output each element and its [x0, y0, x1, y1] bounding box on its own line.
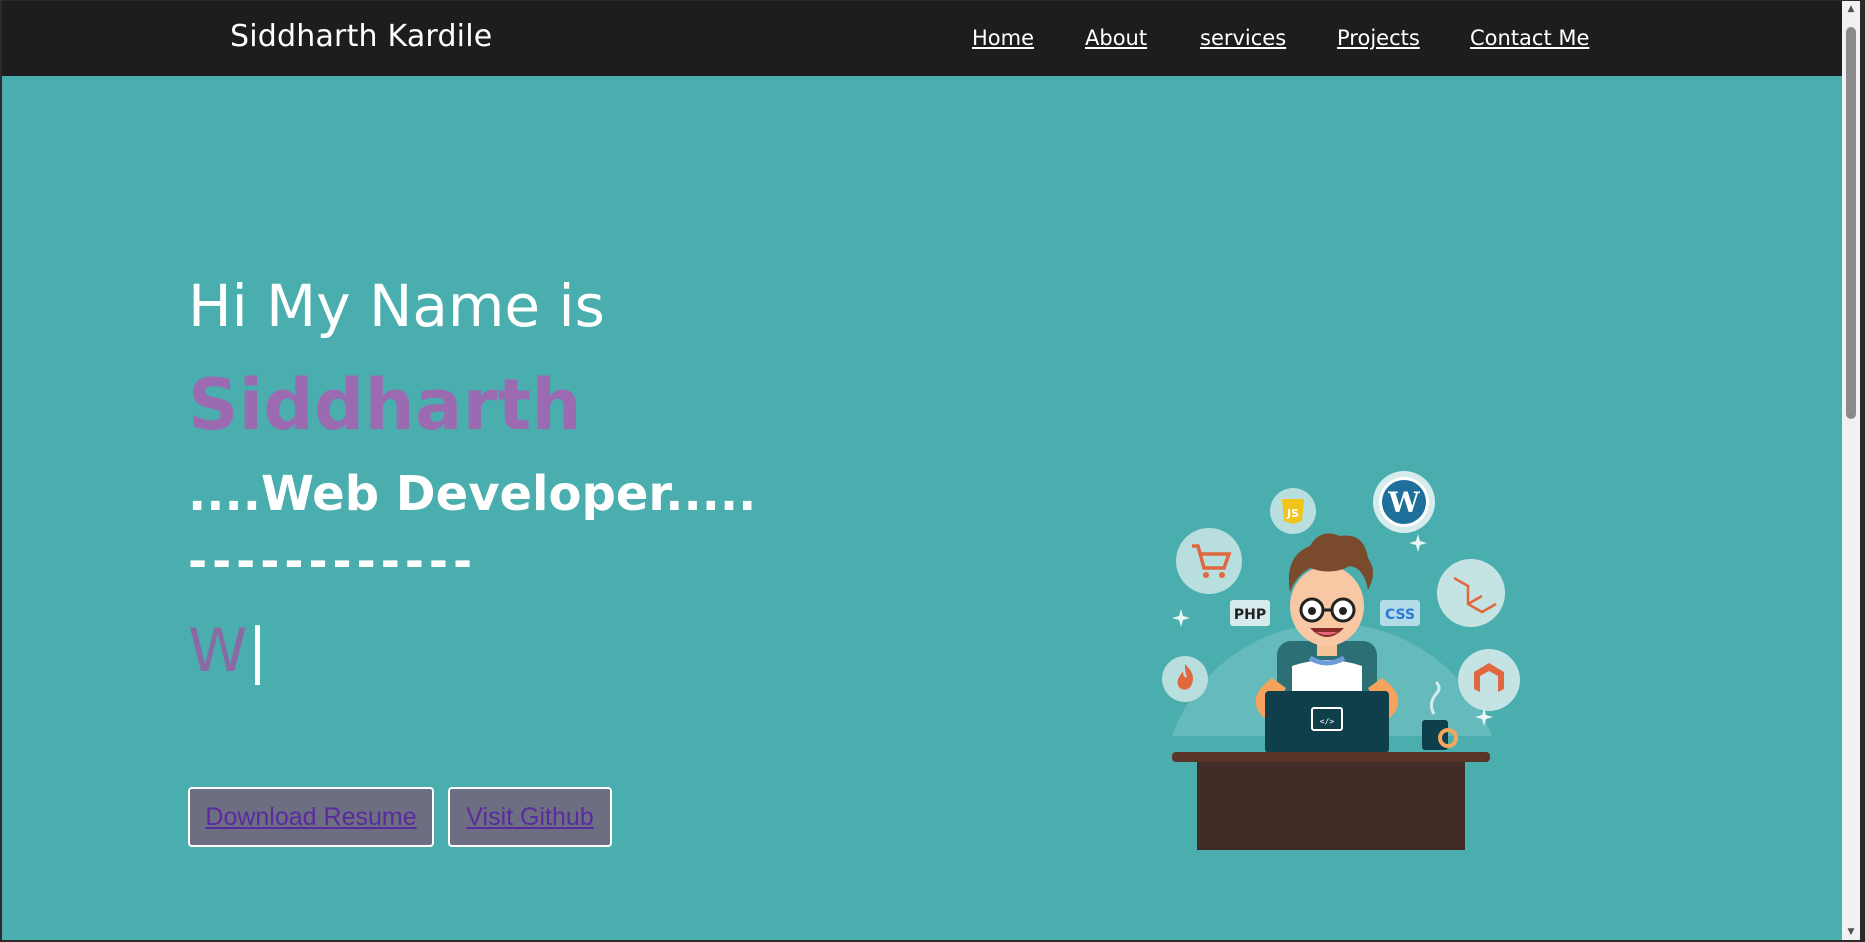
svg-text:</>: </> [1320, 717, 1335, 726]
nav-link-services[interactable]: services [1200, 26, 1286, 50]
developer-illustration: JS W PHP CSS </> [1162, 471, 1520, 850]
javascript-icon: JS [1270, 488, 1316, 534]
codeigniter-icon [1162, 656, 1208, 702]
hero-greeting: Hi My Name is [188, 272, 605, 340]
brand-logo[interactable]: Siddharth Kardile [230, 19, 492, 54]
nav-link-projects[interactable]: Projects [1337, 26, 1420, 50]
nav-link-about[interactable]: About [1085, 26, 1147, 50]
js-badge-text: JS [1286, 507, 1299, 520]
navbar: Siddharth Kardile Home About services Pr… [2, 1, 1842, 76]
desk [1172, 752, 1490, 850]
hero-divider: ------------ [188, 534, 478, 588]
scroll-thumb[interactable] [1846, 27, 1856, 419]
browser-viewport: Siddharth Kardile Home About services Pr… [2, 1, 1860, 940]
magento-icon [1458, 649, 1520, 711]
cart-icon [1176, 528, 1242, 594]
php-badge: PHP [1230, 600, 1270, 626]
typing-cursor: | [247, 616, 268, 686]
svg-text:CSS: CSS [1385, 607, 1415, 623]
wordpress-icon: W [1373, 471, 1435, 533]
visit-github-button[interactable]: Visit Github [448, 787, 612, 847]
typed-text: W| [188, 616, 268, 686]
scroll-up-arrow-icon[interactable]: ▲ [1842, 1, 1860, 17]
nav-link-contact-me[interactable]: Contact Me [1470, 26, 1589, 50]
laptop-icon: </> [1265, 691, 1389, 753]
hero-section: Hi My Name is Siddharth ....Web Develope… [2, 76, 1842, 940]
typed-text-value: W [188, 616, 248, 686]
download-resume-button[interactable]: Download Resume [188, 787, 434, 847]
svg-text:PHP: PHP [1234, 607, 1266, 623]
hero-name: Siddharth [188, 364, 583, 446]
svg-text:W: W [1387, 486, 1420, 519]
laravel-icon [1437, 559, 1505, 627]
scroll-down-arrow-icon[interactable]: ▼ [1842, 924, 1860, 940]
vertical-scrollbar[interactable]: ▲ ▼ [1842, 1, 1860, 940]
nav-link-home[interactable]: Home [972, 26, 1034, 50]
css-badge: CSS [1380, 600, 1420, 626]
hero-role: ....Web Developer..... [188, 466, 757, 522]
